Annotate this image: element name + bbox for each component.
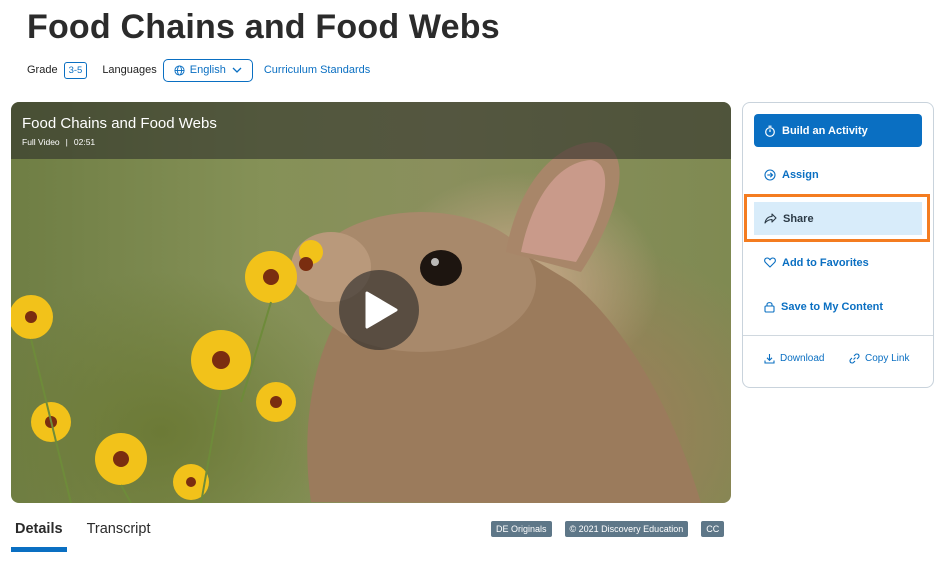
action-panel: Build an Activity Assign Share Add to Fa…	[742, 102, 934, 388]
build-activity-label: Build an Activity	[782, 124, 868, 137]
play-button[interactable]	[339, 270, 419, 350]
add-to-favorites-button[interactable]: Add to Favorites	[754, 246, 922, 279]
add-to-favorites-label: Add to Favorites	[782, 256, 869, 269]
play-icon	[365, 291, 398, 329]
page-title: Food Chains and Food Webs	[27, 8, 500, 46]
grade-label: Grade	[27, 64, 58, 76]
tag-de-originals: DE Originals	[491, 521, 552, 537]
assign-label: Assign	[782, 168, 819, 181]
curriculum-standards-link[interactable]: Curriculum Standards	[264, 64, 370, 76]
tab-details[interactable]: Details	[11, 514, 67, 552]
chevron-down-icon	[232, 67, 242, 73]
tag-cc: CC	[701, 521, 725, 537]
link-icon	[849, 353, 860, 364]
tag-copyright: © 2021 Discovery Education	[564, 521, 689, 537]
tag-list: DE Originals © 2021 Discovery Education …	[491, 521, 737, 537]
lock-icon	[764, 301, 775, 313]
tab-transcript[interactable]: Transcript	[83, 514, 155, 552]
meta-row: Grade 3-5 Languages English Curriculum S…	[27, 58, 370, 82]
language-selected: English	[189, 64, 226, 76]
video-title: Food Chains and Food Webs	[22, 115, 217, 132]
languages-label: Languages	[102, 64, 157, 76]
video-player[interactable]: Food Chains and Food Webs Full Video | 0…	[11, 102, 731, 503]
video-duration: 02:51	[73, 137, 96, 147]
content-tabs: Details Transcript	[11, 514, 170, 552]
build-activity-button[interactable]: Build an Activity	[754, 114, 922, 147]
copy-link[interactable]: Copy Link	[849, 353, 909, 364]
download-label: Download	[780, 353, 825, 364]
video-meta: Full Video | 02:51	[22, 137, 95, 147]
language-select[interactable]: English	[162, 58, 253, 82]
arrow-circle-icon	[764, 168, 776, 181]
globe-icon	[174, 64, 185, 76]
heart-icon	[764, 257, 776, 268]
assign-button[interactable]: Assign	[754, 158, 922, 191]
panel-divider	[743, 335, 933, 336]
save-to-my-content-button[interactable]: Save to My Content	[754, 290, 922, 323]
share-highlight-box	[744, 194, 930, 242]
copy-link-label: Copy Link	[865, 353, 910, 364]
download-icon	[764, 354, 775, 364]
video-separator: |	[65, 137, 68, 147]
save-to-my-content-label: Save to My Content	[781, 300, 884, 313]
download-link[interactable]: Download	[764, 353, 824, 364]
stopwatch-icon	[765, 125, 775, 137]
video-type: Full Video	[22, 137, 60, 147]
grade-badge: 3-5	[63, 61, 88, 79]
